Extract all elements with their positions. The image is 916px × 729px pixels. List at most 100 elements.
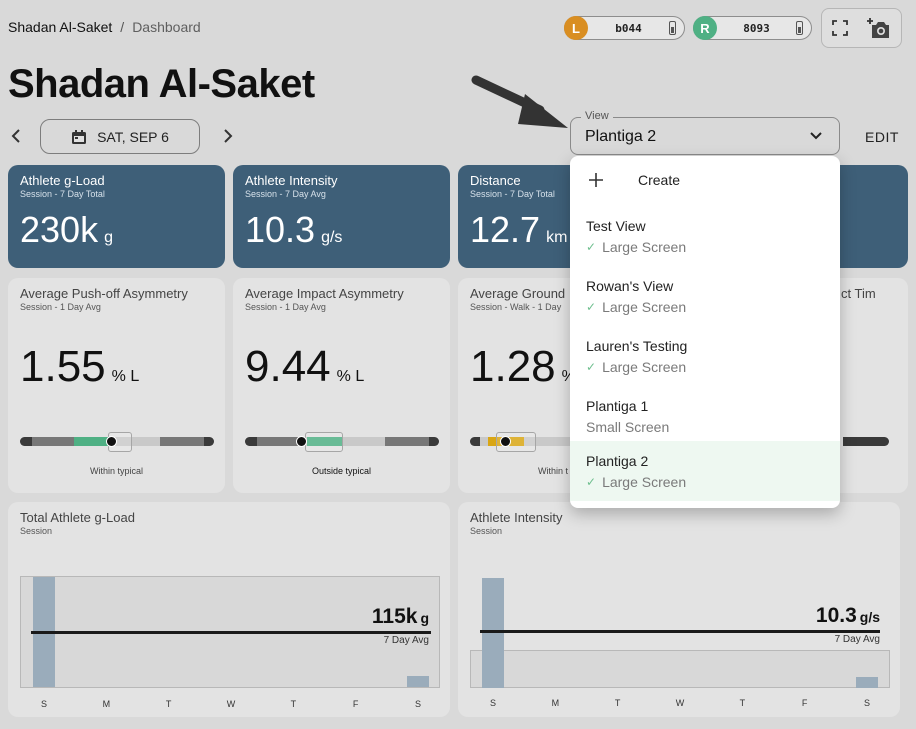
view-option-selected[interactable]: Plantiga 2 ✓ Large Screen	[570, 441, 840, 501]
toolbar-icon-group	[821, 8, 902, 48]
page-title: Shadan Al-Saket	[8, 62, 315, 106]
day-tick-label: S	[40, 699, 47, 709]
card-title-fragment: ct Tim	[841, 286, 876, 301]
typical-window	[305, 432, 343, 452]
card-value: 10.3	[245, 209, 316, 250]
card-title: Athlete g-Load	[20, 173, 105, 188]
breadcrumb: Shadan Al-Saket / Dashboard	[8, 19, 201, 35]
view-option-screen: Large Screen	[602, 359, 687, 375]
view-option-screen: Large Screen	[602, 299, 687, 315]
card-title: Average Impact Asymmetry	[245, 286, 404, 301]
battery-icon	[669, 21, 676, 35]
card-title: Average Ground	[470, 286, 566, 301]
breadcrumb-separator: /	[120, 19, 125, 35]
day-tick-label: W	[675, 698, 685, 708]
view-option-name: Plantiga 1	[586, 398, 649, 414]
day-tick-label: F	[352, 699, 359, 709]
annotation-arrow-icon	[471, 75, 568, 128]
day-tick-label: T	[739, 698, 746, 708]
day-tick-label: T	[614, 698, 621, 708]
average-number: 115k	[371, 604, 418, 628]
check-icon: ✓	[586, 475, 597, 489]
average-line	[31, 630, 431, 634]
average-line	[480, 629, 880, 633]
average-unit: g/s	[859, 608, 880, 625]
create-view-button[interactable]: Create	[588, 172, 680, 188]
left-device-id: b044	[615, 21, 642, 35]
edit-button[interactable]: EDIT	[865, 129, 899, 145]
chart-subtitle: Session	[470, 526, 503, 536]
battery-icon	[796, 21, 803, 35]
right-device-pill[interactable]: R 8093	[693, 16, 812, 40]
asymmetry-unit: % L	[111, 368, 140, 385]
asymmetry-value: 9.44	[245, 342, 331, 391]
view-option-screen: Large Screen	[602, 239, 687, 255]
card-unit: km	[546, 229, 568, 246]
chart-bar[interactable]	[856, 677, 878, 688]
breadcrumb-current[interactable]: Dashboard	[132, 19, 201, 35]
view-option[interactable]: Rowan's View ✓ Large Screen	[570, 266, 840, 326]
average-label: 7 Day Avg	[834, 633, 880, 645]
chart-bar[interactable]	[482, 578, 504, 688]
card-title: Athlete Intensity	[245, 173, 338, 188]
athlete-g-load-card[interactable]: Athlete g-Load Session - 7 Day Total 230…	[8, 165, 225, 268]
chart-title: Athlete Intensity	[470, 510, 563, 525]
asymmetry-status: Within typical	[89, 466, 143, 476]
plus-icon	[589, 173, 603, 187]
create-label: Create	[638, 172, 681, 188]
view-option[interactable]: Lauren's Testing ✓ Large Screen	[570, 326, 840, 386]
right-device-id: 8093	[743, 21, 770, 35]
next-day-button[interactable]	[218, 124, 238, 148]
breadcrumb-athlete[interactable]: Shadan Al-Saket	[8, 19, 112, 35]
check-icon: ✓	[586, 240, 597, 254]
chevron-left-icon	[11, 129, 20, 143]
view-option-screen: Small Screen	[586, 419, 670, 435]
view-select-label: View	[581, 110, 613, 122]
push-off-asymmetry-card[interactable]: Average Push-off Asymmetry Session - 1 D…	[8, 278, 225, 493]
intensity-chart-card[interactable]: Athlete Intensity Session 10.3 g/s 7 Day A…	[458, 502, 900, 717]
view-option-screen: Large Screen	[602, 474, 687, 490]
asymmetry-unit: % L	[336, 368, 365, 385]
add-camera-icon[interactable]	[866, 16, 892, 40]
view-option-name: Lauren's Testing	[586, 338, 688, 354]
calendar-icon	[72, 129, 87, 144]
view-select-value: Plantiga 2	[585, 128, 657, 145]
day-tick-label: S	[863, 698, 870, 708]
asymmetry-value: 1.28	[470, 342, 556, 391]
fullscreen-icon[interactable]	[831, 19, 849, 37]
view-select[interactable]: View Plantiga 2	[570, 110, 840, 155]
chart-subtitle: Session	[20, 526, 53, 536]
view-option-name: Test View	[586, 218, 646, 234]
view-option[interactable]: Test View ✓ Large Screen	[570, 206, 840, 266]
asymmetry-marker	[499, 436, 511, 447]
card-subtitle: Session - 7 Day Total	[20, 189, 105, 199]
average-value: 10.3 g/s	[816, 604, 880, 628]
card-value: 12.7	[470, 209, 541, 250]
average-label: 7 Day Avg	[383, 634, 429, 646]
card-subtitle: Session - Walk - 1 Day	[470, 302, 562, 312]
date-label: SAT, SEP 6	[97, 128, 169, 145]
card-unit: g	[104, 229, 113, 246]
asymmetry-status: Outside typical	[311, 466, 372, 476]
day-tick-label: T	[290, 699, 297, 709]
chart-plot-area: 10.3 g/s 7 Day Avg S M T W T F S	[470, 576, 890, 708]
impact-asymmetry-card[interactable]: Average Impact Asymmetry Session - 1 Day…	[233, 278, 450, 493]
range-bar-fragment	[843, 437, 889, 446]
view-dropdown-menu: Create Test View ✓ Large Screen Rowan's V…	[570, 156, 840, 508]
date-picker-button[interactable]: SAT, SEP 6	[40, 119, 200, 154]
chevron-right-icon	[224, 129, 233, 143]
asymmetry-range-bar	[20, 432, 214, 452]
chart-title: Total Athlete g-Load	[20, 510, 135, 525]
left-device-pill[interactable]: L b044	[564, 16, 685, 40]
athlete-intensity-card[interactable]: Athlete Intensity Session - 7 Day Avg 10…	[233, 165, 450, 268]
left-device-badge: L	[564, 16, 588, 40]
view-option[interactable]: Plantiga 1 Small Screen	[570, 386, 840, 446]
total-g-load-chart-card[interactable]: Total Athlete g-Load Session 115k g 7 Day …	[8, 502, 450, 717]
view-option-name: Rowan's View	[586, 278, 674, 294]
chevron-down-icon	[810, 132, 822, 140]
previous-day-button[interactable]	[6, 124, 26, 148]
card-title: Average Push-off Asymmetry	[20, 286, 188, 301]
card-unit: g/s	[321, 229, 343, 246]
chart-bar[interactable]	[407, 676, 429, 687]
chart-plot-area: 115k g 7 Day Avg S M T W T F S	[20, 576, 440, 709]
